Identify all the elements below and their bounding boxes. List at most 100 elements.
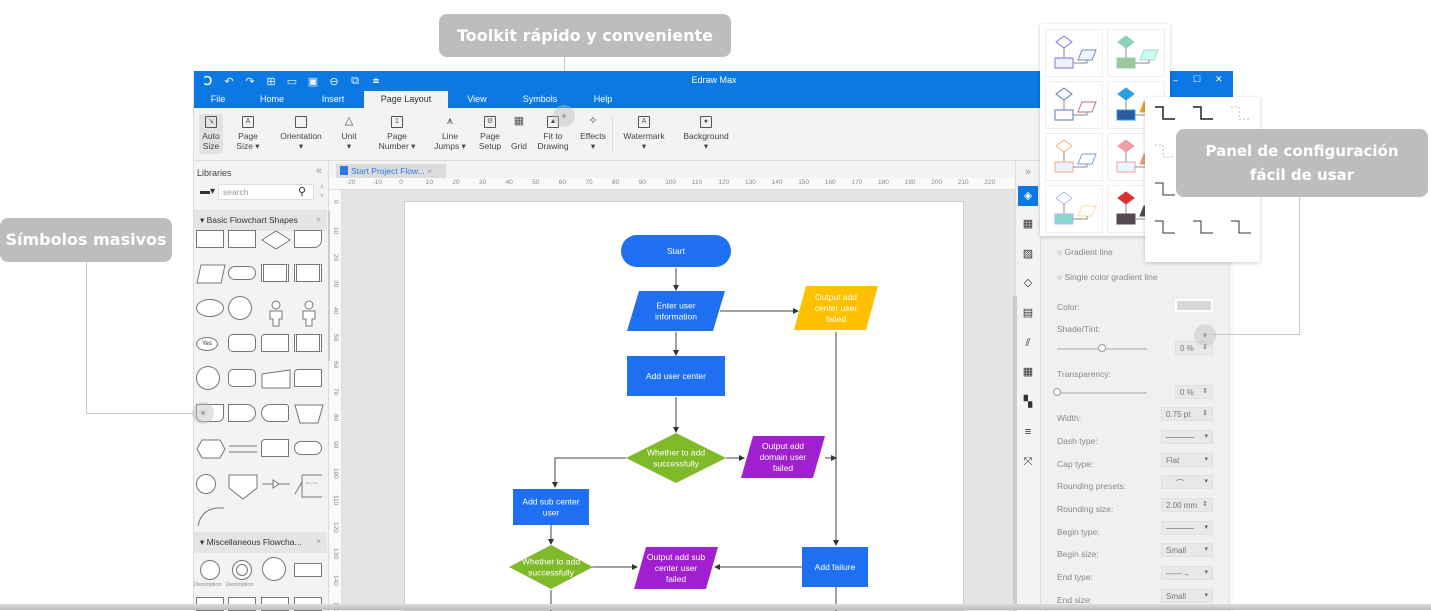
begin-size-select[interactable]: Small ▾ [1161,543,1213,557]
node-output-domain-fail[interactable]: Output add domain user failed [741,436,825,478]
data-icon[interactable]: ▚ [1021,395,1035,409]
connector-style-option[interactable] [1153,179,1177,199]
shape-smallcircle[interactable] [196,474,216,494]
shape-arc[interactable] [196,504,226,533]
shape-delay[interactable] [228,404,256,422]
shape-rectsplit[interactable] [294,563,322,577]
menu-symbols[interactable]: Symbols [520,94,560,104]
transparency-slider[interactable] [1053,388,1147,396]
node-add-user-center[interactable]: Add user center [627,356,725,396]
auto-size-button[interactable]: ↘ Auto Size [199,114,223,154]
transparency-value-field[interactable]: 0 % ⇕ [1175,385,1213,399]
end-type-select[interactable]: ——→ ▾ [1161,566,1213,580]
page-number-button[interactable]: 1 Page Number ▾ [377,116,417,151]
orientation-button[interactable]: Orientation ▾ [277,116,325,151]
close-tab-icon[interactable]: × [427,166,432,176]
shape-proc[interactable] [261,264,289,282]
menu-view[interactable]: View [466,94,488,104]
close-section-icon[interactable]: × [316,214,321,224]
shape-note[interactable]: Drag the [294,474,322,498]
theme-option[interactable] [1045,29,1103,77]
chart-icon[interactable]: ⫽ [1021,336,1035,350]
begin-type-select[interactable]: ▾ [1161,521,1213,535]
library-manager-icon[interactable]: ▬▾ [200,186,215,197]
document-tab[interactable]: Start Project Flow... × [336,164,446,179]
symbols-grid-icon[interactable]: ▦ [1021,217,1035,231]
effects-button[interactable]: ✧ Effects ▾ [578,116,608,152]
node-output-center-fail[interactable]: Output add center user failed [794,286,878,330]
shape-rect[interactable] [228,230,256,248]
connector-style-option[interactable] [1153,217,1177,237]
dash-type-select[interactable]: ▾ [1161,430,1213,444]
line-jumps-button[interactable]: ⩚ Line Jumps ▾ [432,116,468,152]
shape-card[interactable] [261,439,289,457]
single-gradient-radio[interactable]: ○ Single color gradient line [1057,272,1158,282]
section-misc-flowchart[interactable]: ▾ Miscellaneous Flowcha... × [194,532,327,553]
image-icon[interactable]: ▨ [1021,247,1035,261]
menu-help[interactable]: Help [592,94,614,104]
minimize-button[interactable]: – [1173,75,1178,85]
maximize-button[interactable]: ☐ [1193,74,1201,85]
slider-knob[interactable] [1053,388,1061,396]
shape-circle[interactable] [228,296,252,320]
shape-trap[interactable] [294,404,324,424]
shape-proc[interactable] [294,264,322,282]
grid-button[interactable]: ▦ Grid [509,116,529,152]
shape-arrowline[interactable] [261,474,290,492]
close-section-icon[interactable]: × [316,536,321,546]
menu-file[interactable]: File [208,94,228,104]
expand-panel-icon[interactable]: » [1021,165,1035,179]
shape-person2[interactable] [294,299,322,327]
width-field[interactable]: 0.75 pt ⇕ [1161,407,1213,421]
connector-style-option[interactable] [1191,103,1215,123]
shape-bigcircle[interactable] [262,557,286,581]
shape-cyl[interactable] [228,334,256,352]
connector-style-option[interactable] [1153,103,1177,123]
page-size-button[interactable]: A Page Size ▾ [234,116,262,151]
theme-option[interactable] [1045,185,1103,233]
gradient-line-radio[interactable]: ○ Gradient line [1057,247,1113,257]
shape-card[interactable] [294,369,322,387]
shape-desc2[interactable] [232,560,252,580]
shape-rect[interactable] [196,230,224,248]
library-scroll-arrows[interactable]: ˄ ˅ [317,183,327,201]
layers-icon[interactable]: ◇ [1021,276,1035,290]
menu-home[interactable]: Home [256,94,288,104]
close-button[interactable]: ✕ [1215,74,1223,85]
menu-page-layout[interactable]: Page Layout [364,91,448,108]
shape-offpage[interactable] [228,474,258,500]
shape-doc[interactable] [294,230,322,248]
shape-proc[interactable] [294,334,322,352]
unit-button[interactable]: △ Unit ▾ [338,116,360,152]
section-basic-flowchart-shapes[interactable]: ▾ Basic Flowchart Shapes × [194,210,327,231]
background-button[interactable]: ● Background ▾ [680,116,732,151]
shape-diamond[interactable] [261,230,291,250]
shape-lines[interactable] [228,439,257,457]
node-add-failure[interactable]: Add failure [802,547,868,587]
page-icon[interactable]: ▤ [1021,306,1035,320]
node-output-sub-fail[interactable]: Output add sub center user failed [634,547,718,589]
theme-option[interactable] [1045,81,1103,129]
shape-yes[interactable]: Yes [196,337,218,351]
shape-person[interactable] [261,299,289,327]
search-icon[interactable]: ⚲ [298,185,306,198]
shape-circle[interactable] [196,366,220,390]
node-enter-user-info[interactable]: Enter user information [627,291,725,331]
theme-option[interactable] [1107,29,1165,77]
shape-card[interactable] [261,334,289,352]
menu-insert[interactable]: Insert [318,94,348,104]
rounding-size-field[interactable]: 2.00 mm ⇕ [1161,498,1213,512]
watermark-button[interactable]: A Watermark ▾ [621,116,667,151]
fill-line-icon[interactable]: ◈ [1018,186,1038,206]
theme-option[interactable] [1045,133,1103,181]
drawing-page[interactable]: Start Enter user information Output add cent… [404,201,964,611]
shape-cylh[interactable] [228,369,256,387]
color-swatch[interactable] [1175,299,1213,312]
table-icon[interactable]: ▦ [1021,365,1035,379]
shape-manual[interactable] [261,369,291,389]
cap-type-select[interactable]: Flat ▾ [1161,453,1213,467]
rounding-presets-select[interactable]: ⌒ ▾ [1161,475,1213,489]
format-icon[interactable]: ≡ [1021,425,1035,439]
connector-style-option[interactable] [1191,217,1215,237]
page-setup-button[interactable]: ⚙ Page Setup [477,116,503,151]
